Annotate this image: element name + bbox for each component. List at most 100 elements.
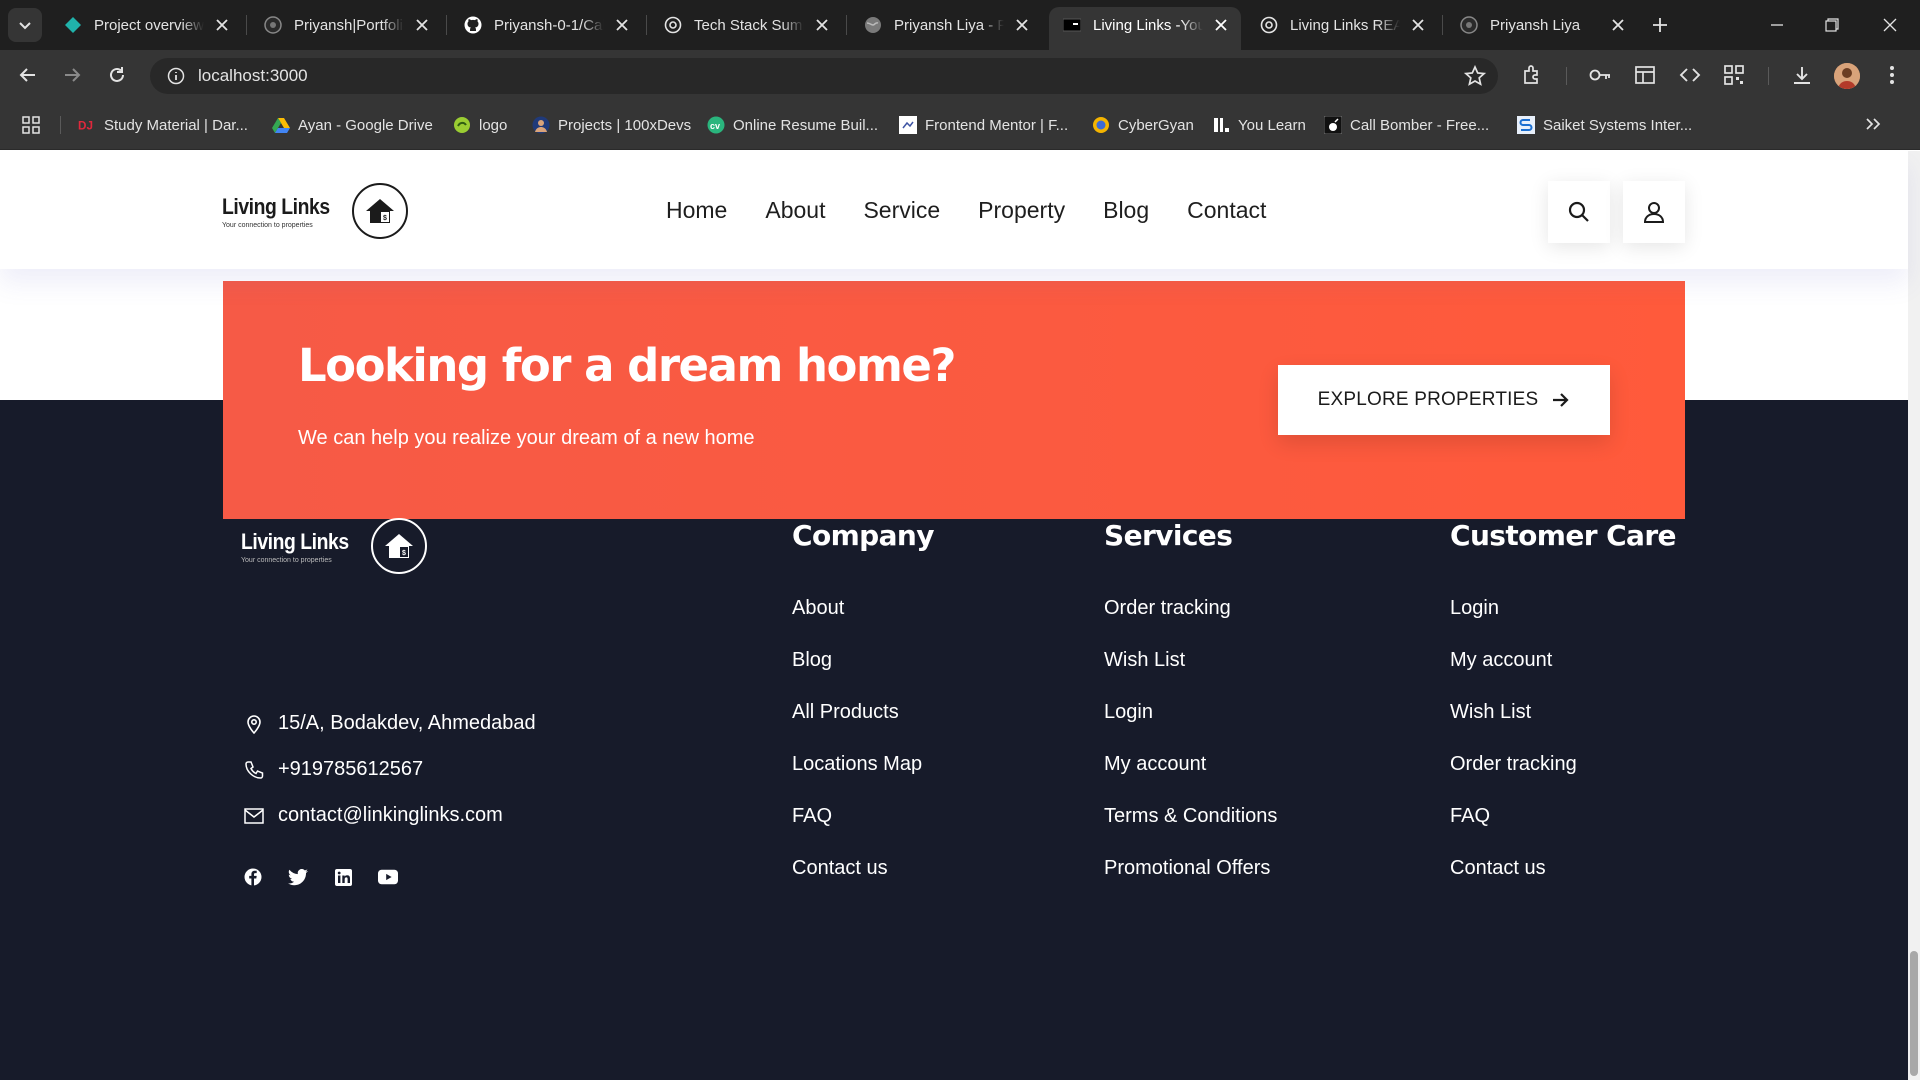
footer-link[interactable]: Login: [1104, 686, 1277, 738]
explore-properties-button[interactable]: EXPLORE PROPERTIES: [1278, 365, 1610, 435]
bookmark-item[interactable]: Call Bomber - Free...: [1324, 114, 1489, 136]
openai-icon: [1260, 16, 1278, 34]
linkedin-icon[interactable]: [333, 867, 353, 887]
nav-property[interactable]: Property: [978, 197, 1065, 224]
scrollbar-thumb[interactable]: [1910, 951, 1918, 1076]
tab-title: Living Links -You: [1093, 16, 1203, 34]
toolbar-divider: [1768, 67, 1769, 85]
address-bar[interactable]: localhost:3000: [150, 58, 1498, 94]
browser-tab[interactable]: Project overview: [50, 7, 242, 43]
site-logo[interactable]: Living Links Your connection to properti…: [222, 181, 409, 241]
close-window-button[interactable]: [1877, 12, 1903, 38]
footer-link[interactable]: FAQ: [792, 790, 934, 842]
minimize-icon: [1771, 24, 1783, 26]
facebook-icon[interactable]: [243, 867, 263, 887]
footer-link[interactable]: Order tracking: [1104, 582, 1277, 634]
bookmark-item[interactable]: Frontend Mentor | F...: [899, 114, 1068, 136]
footer-link[interactable]: My account: [1104, 738, 1277, 790]
close-icon[interactable]: [1012, 15, 1032, 35]
browser-tab[interactable]: Priyansh|Portfolio: [250, 7, 442, 43]
close-icon[interactable]: [1408, 15, 1428, 35]
browser-tab-active[interactable]: Living Links -You: [1049, 7, 1241, 50]
browser-tab[interactable]: Living Links REAI: [1246, 7, 1438, 43]
footer-link[interactable]: My account: [1450, 634, 1676, 686]
more-menu-icon[interactable]: [1880, 63, 1904, 87]
bookmark-star-icon[interactable]: [1464, 65, 1486, 87]
new-tab-button[interactable]: [1648, 13, 1672, 37]
nav-blog[interactable]: Blog: [1103, 197, 1149, 224]
footer-link[interactable]: Terms & Conditions: [1104, 790, 1277, 842]
bookmark-item[interactable]: You Learn: [1212, 114, 1306, 136]
site-info-icon[interactable]: [158, 58, 194, 94]
nav-contact[interactable]: Contact: [1187, 197, 1266, 224]
bookmark-item[interactable]: Projects | 100xDevs: [532, 114, 691, 136]
bookmark-item[interactable]: Saiket Systems Inter...: [1517, 114, 1692, 136]
nav-about[interactable]: About: [765, 197, 825, 224]
footer-link[interactable]: All Products: [792, 686, 934, 738]
email-text[interactable]: contact@linkinglinks.com: [278, 804, 503, 827]
user-icon: [1643, 202, 1665, 223]
tab-title: Priyansh Liya: [1490, 16, 1581, 34]
download-icon[interactable]: [1790, 63, 1814, 87]
footer-phone[interactable]: +919785612567: [244, 758, 423, 781]
phone-text[interactable]: +919785612567: [278, 758, 423, 781]
minimize-button[interactable]: [1764, 12, 1790, 38]
browser-tab[interactable]: Priyansh Liya - Fr: [850, 7, 1042, 43]
reload-button[interactable]: [102, 60, 132, 90]
bookmark-item[interactable]: CyberGyan: [1092, 114, 1194, 136]
close-icon[interactable]: [412, 15, 432, 35]
footer-column-title: Customer Care: [1450, 519, 1677, 552]
browser-tab[interactable]: Tech Stack Summ: [650, 7, 842, 43]
arrow-right-icon: [65, 68, 81, 82]
forward-button[interactable]: [57, 60, 87, 90]
footer-column-title: Company: [792, 519, 934, 552]
footer-logo[interactable]: Living Links Your connection to properti…: [241, 518, 428, 574]
close-icon[interactable]: [1211, 15, 1231, 35]
tab-search-button[interactable]: [8, 8, 42, 42]
restore-button[interactable]: [1819, 12, 1845, 38]
profile-avatar[interactable]: [1834, 63, 1860, 89]
footer-link[interactable]: Blog: [792, 634, 934, 686]
cv-icon: cv: [707, 116, 725, 134]
nav-service[interactable]: Service: [863, 197, 940, 224]
browser-tab[interactable]: Priyansh Liya: [1446, 7, 1638, 43]
table-icon[interactable]: [1633, 63, 1657, 87]
browser-tab[interactable]: Priyansh-0-1/Cal: [450, 7, 642, 43]
extensions-icon[interactable]: [1520, 63, 1544, 87]
nav-home[interactable]: Home: [666, 197, 727, 224]
bookmark-item[interactable]: logo: [453, 114, 507, 136]
bookmark-label: Study Material | Dar...: [104, 116, 248, 134]
youtube-icon[interactable]: [378, 867, 398, 887]
footer-link[interactable]: Login: [1450, 582, 1676, 634]
footer-link[interactable]: Contact us: [792, 842, 934, 894]
footer-link[interactable]: Promotional Offers: [1104, 842, 1277, 894]
bookmark-item[interactable]: cv Online Resume Buil...: [707, 114, 878, 136]
footer-link[interactable]: FAQ: [1450, 790, 1676, 842]
footer-link[interactable]: Wish List: [1104, 634, 1277, 686]
close-icon[interactable]: [612, 15, 632, 35]
url-text[interactable]: localhost:3000: [198, 66, 308, 86]
account-button[interactable]: [1623, 181, 1685, 243]
search-button[interactable]: [1548, 181, 1610, 243]
tab-title: Priyansh|Portfolio: [294, 16, 404, 34]
bookmark-item[interactable]: Ayan - Google Drive: [272, 114, 433, 136]
footer-link[interactable]: About: [792, 582, 934, 634]
bookmark-label: Ayan - Google Drive: [298, 116, 433, 134]
qr-code-icon[interactable]: [1722, 63, 1746, 87]
footer-link[interactable]: Locations Map: [792, 738, 934, 790]
close-icon[interactable]: [212, 15, 232, 35]
back-button[interactable]: [13, 60, 43, 90]
footer-email[interactable]: contact@linkinglinks.com: [244, 804, 503, 827]
footer-link[interactable]: Wish List: [1450, 686, 1676, 738]
close-icon[interactable]: [1608, 15, 1628, 35]
twitter-icon[interactable]: [288, 867, 308, 887]
password-key-icon[interactable]: [1588, 63, 1612, 87]
page-scrollbar[interactable]: [1908, 151, 1920, 1080]
apps-grid-icon[interactable]: [22, 114, 40, 136]
code-icon[interactable]: [1678, 63, 1702, 87]
close-icon[interactable]: [812, 15, 832, 35]
bookmark-item[interactable]: DJ Study Material | Dar...: [78, 114, 248, 136]
more-bookmarks-icon[interactable]: [1864, 113, 1882, 135]
footer-link[interactable]: Contact us: [1450, 842, 1676, 894]
footer-link[interactable]: Order tracking: [1450, 738, 1676, 790]
